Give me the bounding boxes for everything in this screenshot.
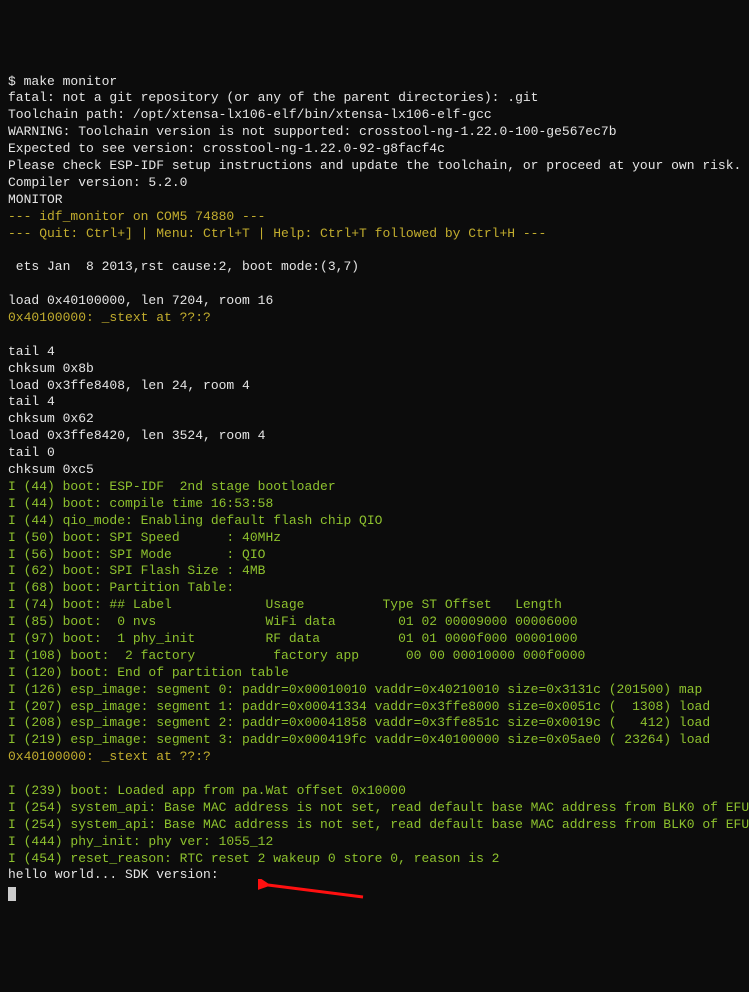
terminal-line: --- idf_monitor on COM5 74880 --- [8, 209, 741, 226]
terminal-line: chksum 0xc5 [8, 462, 741, 479]
cursor-icon [8, 887, 16, 901]
terminal-line: I (207) esp_image: segment 1: paddr=0x00… [8, 699, 741, 716]
terminal-line: chksum 0x62 [8, 411, 741, 428]
terminal-line: I (44) boot: ESP-IDF 2nd stage bootloade… [8, 479, 741, 496]
terminal-line: I (85) boot: 0 nvs WiFi data 01 02 00009… [8, 614, 741, 631]
terminal-line: I (56) boot: SPI Mode : QIO [8, 547, 741, 564]
terminal-line: --- Quit: Ctrl+] | Menu: Ctrl+T | Help: … [8, 226, 741, 243]
terminal-line: I (126) esp_image: segment 0: paddr=0x00… [8, 682, 741, 699]
terminal-line: load 0x3ffe8408, len 24, room 4 [8, 378, 741, 395]
terminal-line [8, 276, 741, 293]
terminal-line: I (219) esp_image: segment 3: paddr=0x00… [8, 732, 741, 749]
terminal-line: Compiler version: 5.2.0 [8, 175, 741, 192]
terminal-line: chksum 0x8b [8, 361, 741, 378]
terminal-line: I (44) qio_mode: Enabling default flash … [8, 513, 741, 530]
cursor-line [8, 884, 741, 901]
terminal-line: I (120) boot: End of partition table [8, 665, 741, 682]
terminal-line: WARNING: Toolchain version is not suppor… [8, 124, 741, 141]
terminal-line: hello world... SDK version: [8, 867, 741, 884]
terminal-line: I (74) boot: ## Label Usage Type ST Offs… [8, 597, 741, 614]
terminal-line: I (50) boot: SPI Speed : 40MHz [8, 530, 741, 547]
terminal-line: $ make monitor [8, 74, 741, 91]
terminal-output[interactable]: $ make monitorfatal: not a git repositor… [8, 74, 741, 902]
terminal-line: tail 4 [8, 344, 741, 361]
terminal-line: tail 4 [8, 394, 741, 411]
terminal-line: load 0x3ffe8420, len 3524, room 4 [8, 428, 741, 445]
terminal-line: I (254) system_api: Base MAC address is … [8, 800, 741, 817]
terminal-line [8, 327, 741, 344]
terminal-line: I (62) boot: SPI Flash Size : 4MB [8, 563, 741, 580]
terminal-line: I (254) system_api: Base MAC address is … [8, 817, 741, 834]
terminal-line: load 0x40100000, len 7204, room 16 [8, 293, 741, 310]
terminal-line: 0x40100000: _stext at ??:? [8, 749, 741, 766]
terminal-line [8, 242, 741, 259]
terminal-line: I (108) boot: 2 factory factory app 00 0… [8, 648, 741, 665]
terminal-line: Expected to see version: crosstool-ng-1.… [8, 141, 741, 158]
terminal-line: Toolchain path: /opt/xtensa-lx106-elf/bi… [8, 107, 741, 124]
terminal-line: fatal: not a git repository (or any of t… [8, 90, 741, 107]
terminal-line: ets Jan 8 2013,rst cause:2, boot mode:(3… [8, 259, 741, 276]
terminal-line: I (454) reset_reason: RTC reset 2 wakeup… [8, 851, 741, 868]
terminal-line: 0x40100000: _stext at ??:? [8, 310, 741, 327]
terminal-line: MONITOR [8, 192, 741, 209]
terminal-line: I (68) boot: Partition Table: [8, 580, 741, 597]
terminal-line [8, 766, 741, 783]
terminal-line: I (239) boot: Loaded app from pa.Wat off… [8, 783, 741, 800]
terminal-line: I (97) boot: 1 phy_init RF data 01 01 00… [8, 631, 741, 648]
terminal-line: Please check ESP-IDF setup instructions … [8, 158, 741, 175]
terminal-line: I (208) esp_image: segment 2: paddr=0x00… [8, 715, 741, 732]
terminal-line: I (44) boot: compile time 16:53:58 [8, 496, 741, 513]
terminal-line: tail 0 [8, 445, 741, 462]
